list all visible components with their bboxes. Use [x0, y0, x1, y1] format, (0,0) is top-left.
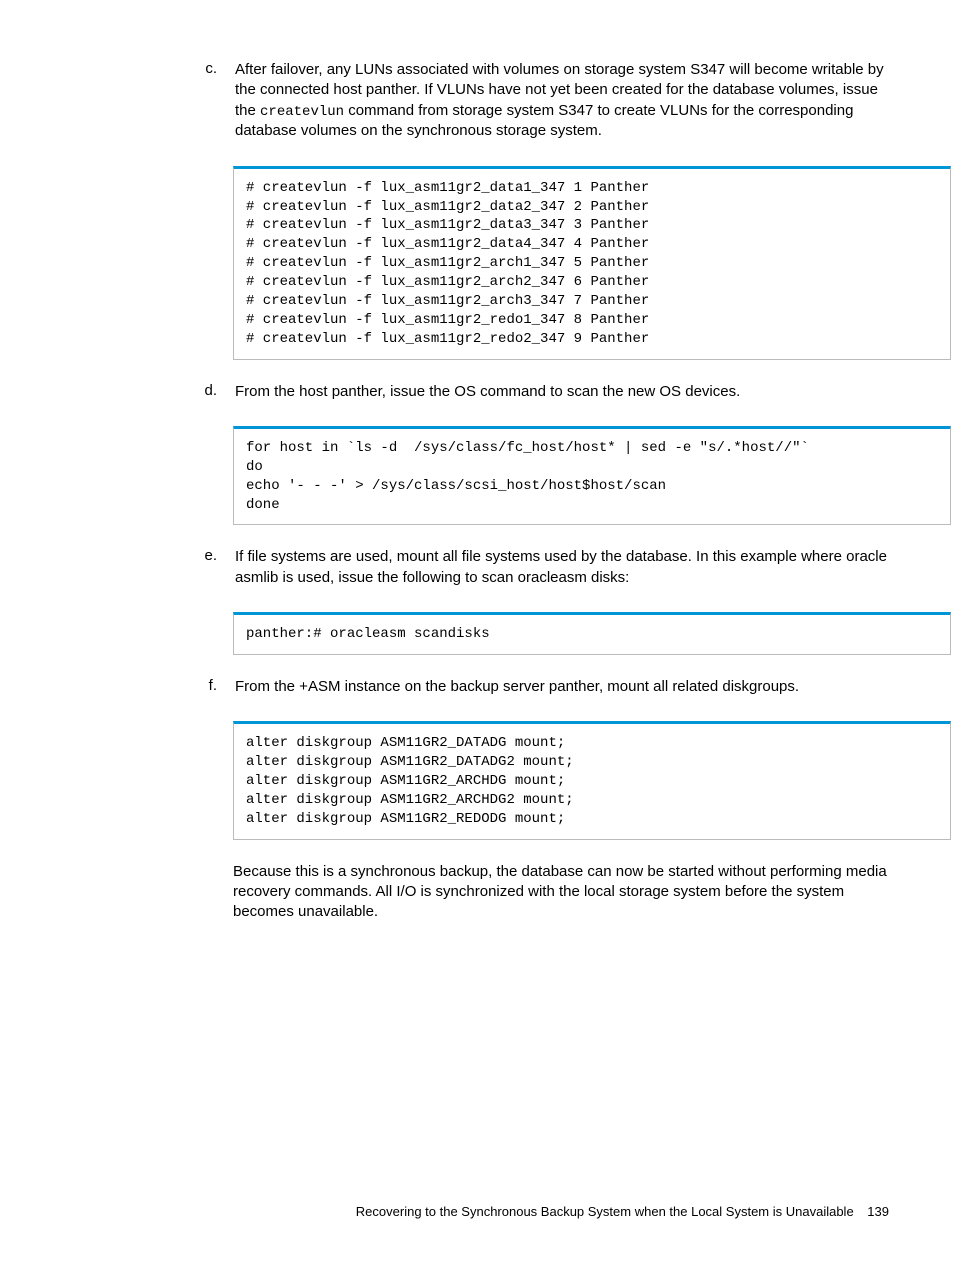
step-marker: e.	[195, 547, 217, 564]
step-f: f. From the +ASM instance on the backup …	[65, 677, 889, 703]
page-number: 139	[867, 1204, 889, 1219]
step-text: If file systems are used, mount all file…	[235, 547, 889, 594]
step-c: c. After failover, any LUNs associated w…	[65, 60, 889, 148]
code-block-d: for host in `ls -d /sys/class/fc_host/ho…	[233, 426, 951, 526]
code-block-c: # createvlun -f lux_asm11gr2_data1_347 1…	[233, 166, 951, 360]
page-content: c. After failover, any LUNs associated w…	[0, 0, 954, 922]
ordered-list: c. After failover, any LUNs associated w…	[65, 60, 889, 922]
step-text: From the host panther, issue the OS comm…	[235, 382, 889, 408]
step-e: e. If file systems are used, mount all f…	[65, 547, 889, 594]
step-marker: c.	[195, 60, 217, 77]
step-marker: f.	[195, 677, 217, 694]
step-d: d. From the host panther, issue the OS c…	[65, 382, 889, 408]
page-footer: Recovering to the Synchronous Backup Sys…	[356, 1204, 889, 1219]
step-f-followup: Because this is a synchronous backup, th…	[233, 862, 889, 923]
step-marker: d.	[195, 382, 217, 399]
footer-title: Recovering to the Synchronous Backup Sys…	[356, 1204, 854, 1219]
step-text: From the +ASM instance on the backup ser…	[235, 677, 889, 703]
step-text: After failover, any LUNs associated with…	[235, 60, 889, 148]
inline-code: createvlun	[260, 104, 344, 120]
code-block-f: alter diskgroup ASM11GR2_DATADG mount; a…	[233, 721, 951, 839]
code-block-e: panther:# oracleasm scandisks	[233, 612, 951, 655]
